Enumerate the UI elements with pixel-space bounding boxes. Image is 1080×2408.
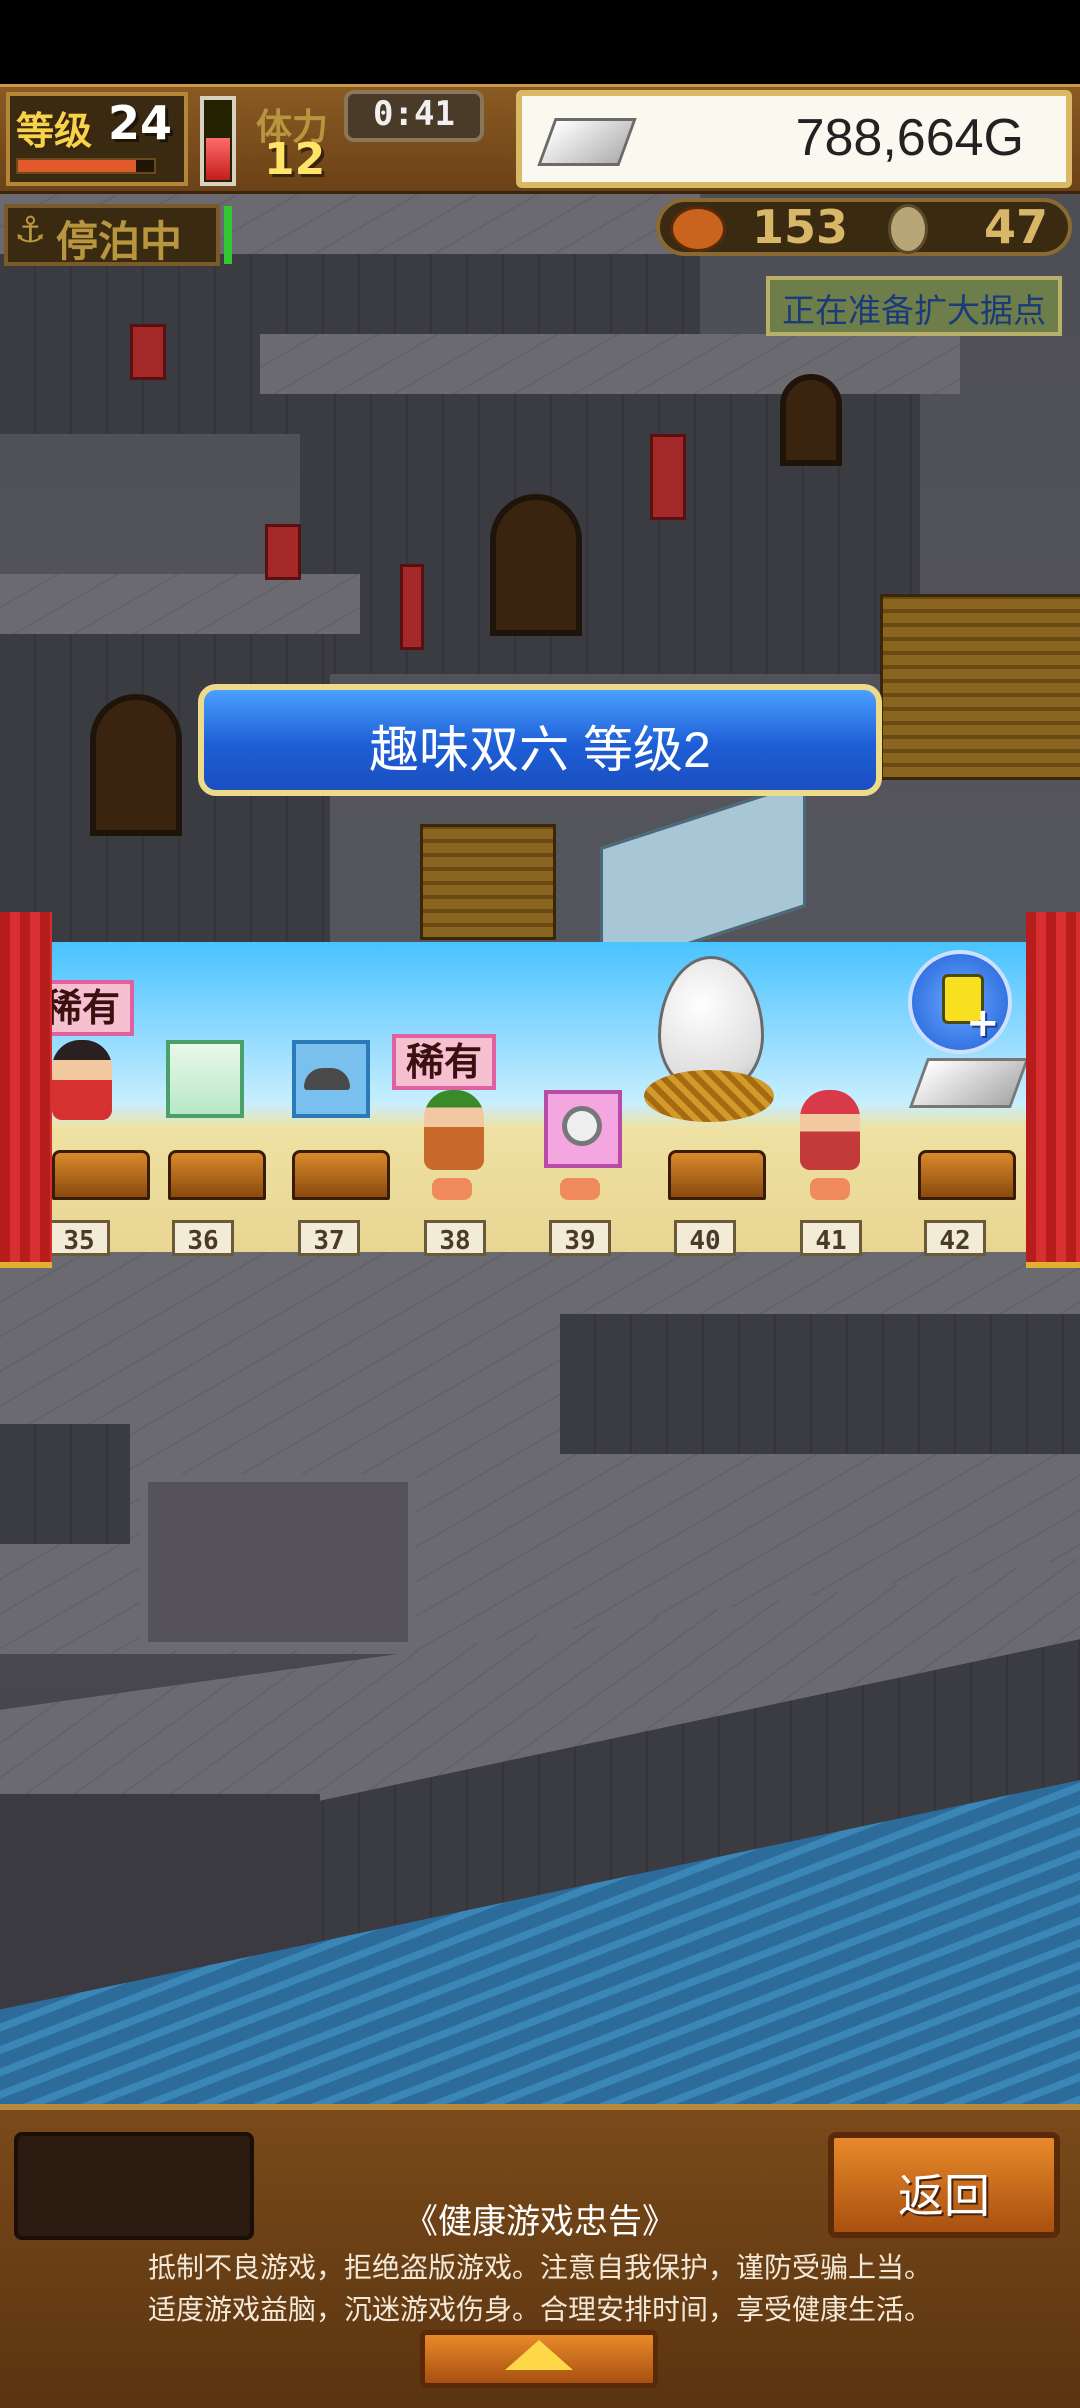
fortress-gate — [490, 494, 582, 636]
hat-shape — [304, 1068, 350, 1090]
wood-icon — [888, 204, 928, 254]
ring-shape — [562, 1106, 602, 1146]
wood-count: 47 — [984, 200, 1049, 254]
status-indicator — [224, 206, 232, 264]
stone-pit — [140, 1474, 416, 1650]
left-curtain — [0, 912, 52, 1268]
treasure-chest[interactable] — [292, 1150, 390, 1200]
pirate-character[interactable] — [52, 1040, 112, 1120]
treasure-chest[interactable] — [168, 1150, 266, 1200]
health-notice-line: 抵制不良游戏，拒绝盗版游戏。注意自我保护，谨防受骗上当。 — [147, 2252, 932, 2283]
red-banner — [400, 564, 424, 650]
experience-bar-fill — [18, 160, 136, 172]
robe-item-icon[interactable] — [166, 1040, 244, 1118]
stamina-gauge-fill — [206, 138, 230, 180]
cargo-crates — [420, 824, 556, 940]
stamina-value: 12 — [264, 134, 326, 185]
square-number: 36 — [172, 1220, 234, 1256]
rampart-walkway — [260, 334, 960, 394]
food-count: 153 — [752, 200, 849, 254]
health-notice-line: 适度游戏益脑，沉迷游戏伤身。合理安排时间，享受健康生活。 — [147, 2294, 932, 2325]
cargo-crates — [880, 594, 1080, 780]
square-number: 39 — [549, 1220, 611, 1256]
silver-bar-icon — [537, 118, 637, 166]
square-number: 37 — [298, 1220, 360, 1256]
anchor-status-label: 停泊中 — [56, 217, 183, 266]
swordswoman-character[interactable] — [800, 1090, 860, 1170]
square-marker — [810, 1178, 850, 1200]
health-notice-title: 《健康游戏忠告》 — [404, 2203, 676, 2241]
level-label: 等级 — [16, 109, 93, 153]
square-marker — [432, 1178, 472, 1200]
right-curtain — [1026, 912, 1080, 1268]
silver-bars-reward[interactable] — [908, 1058, 1030, 1108]
treasure-chest[interactable] — [668, 1150, 766, 1200]
expand-base-label: 正在准备扩大据点 — [782, 292, 1046, 329]
anchor-icon: ⚓ — [14, 210, 47, 251]
fortress-window — [780, 374, 842, 466]
red-banner — [650, 434, 686, 520]
flag — [130, 324, 166, 380]
treasure-chest[interactable] — [918, 1150, 1016, 1200]
square-number: 40 — [674, 1220, 736, 1256]
inner-wall — [560, 1314, 1080, 1454]
inner-wall — [0, 1424, 130, 1544]
sugoroku-title: 趣味双六 等级2 — [369, 722, 711, 778]
gold-value: 788,664G — [795, 109, 1024, 167]
nest — [644, 1070, 774, 1122]
square-number: 42 — [924, 1220, 986, 1256]
plus-icon: + — [966, 1000, 1000, 1046]
fortress-gate — [90, 694, 182, 836]
treasure-chest[interactable] — [52, 1150, 150, 1200]
flag — [265, 524, 301, 580]
stamina-timer: 0:41 — [373, 94, 455, 134]
square-number: 35 — [48, 1220, 110, 1256]
food-icon — [670, 206, 726, 252]
explorer-character[interactable] — [424, 1090, 484, 1170]
square-number: 41 — [800, 1220, 862, 1256]
square-marker — [560, 1178, 600, 1200]
rampart-walkway — [0, 574, 360, 634]
level-value: 24 — [108, 96, 173, 150]
up-arrow-icon — [505, 2340, 573, 2370]
top-black-band — [0, 0, 1080, 84]
square-number: 38 — [424, 1220, 486, 1256]
rare-tag: 稀有 — [392, 1034, 497, 1090]
